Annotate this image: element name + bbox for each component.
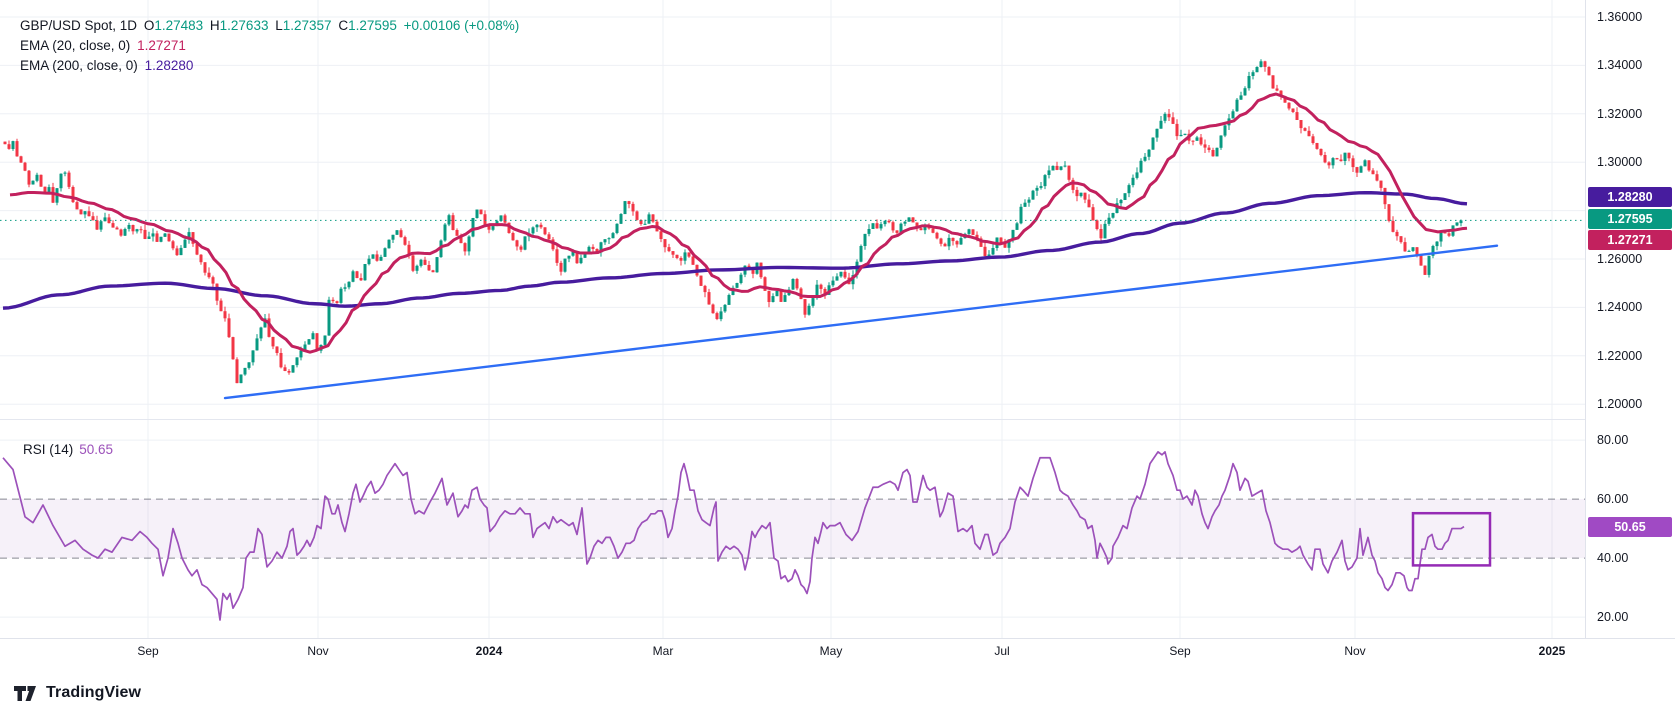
ema200-legend-row[interactable]: EMA (200, close, 0) 1.28280: [20, 56, 522, 76]
price-badge: 1.27595: [1588, 209, 1672, 229]
rsi-axis-label: 80.00: [1597, 433, 1628, 447]
time-axis-label: 2024: [476, 644, 503, 658]
ema20-line[interactable]: [10, 94, 1467, 352]
time-axis-label: Sep: [137, 644, 158, 658]
legend: GBP/USD Spot, 1D O1.27483 H1.27633 L1.27…: [20, 16, 522, 76]
ohlc-high-letter: H: [210, 18, 220, 33]
ema20-label: EMA (20, close, 0): [20, 38, 130, 53]
ohlc-high-value: 1.27633: [220, 18, 269, 33]
rsi-pane-canvas[interactable]: [0, 420, 1585, 638]
rsi-axis-label: 20.00: [1597, 610, 1628, 624]
symbol-legend-row[interactable]: GBP/USD Spot, 1D O1.27483 H1.27633 L1.27…: [20, 16, 522, 36]
price-axis-label: 1.24000: [1597, 300, 1642, 314]
ohlc-close-letter: C: [338, 18, 348, 33]
time-axis-label: Nov: [1344, 644, 1365, 658]
rsi-axis-label: 40.00: [1597, 551, 1628, 565]
time-axis-label: Nov: [307, 644, 328, 658]
rsi-band: [0, 499, 1585, 558]
rsi-axis-label: 60.00: [1597, 492, 1628, 506]
ema200-label: EMA (200, close, 0): [20, 58, 138, 73]
ohlc-close-value: 1.27595: [348, 18, 397, 33]
ohlc-low-value: 1.27357: [283, 18, 332, 33]
price-axis-label: 1.22000: [1597, 349, 1642, 363]
ohlc-low-letter: L: [275, 18, 283, 33]
ema20-legend-row[interactable]: EMA (20, close, 0) 1.27271: [20, 36, 522, 56]
rsi-value-badge: 50.65: [1588, 517, 1672, 537]
ohlc-open-value: 1.27483: [154, 18, 203, 33]
price-axis-label: 1.32000: [1597, 107, 1642, 121]
price-axis[interactable]: 1.36000 1.34000 1.32000 1.30000 1.26000 1.240…: [1585, 0, 1675, 638]
tradingview-chart-window: GBP/USD Spot, 1D O1.27483 H1.27633 L1.27…: [0, 0, 1675, 718]
time-axis-label: May: [820, 644, 843, 658]
price-axis-label: 1.34000: [1597, 58, 1642, 72]
ohlc-open-letter: O: [144, 18, 155, 33]
symbol-title: GBP/USD Spot, 1D: [20, 18, 137, 33]
time-axis-label: 2025: [1539, 644, 1566, 658]
ema200-value: 1.28280: [145, 58, 194, 73]
brand-name: TradingView: [46, 684, 141, 702]
pane-separator[interactable]: [0, 419, 1585, 420]
candlestick-series[interactable]: [4, 59, 1463, 383]
price-axis-label: 1.36000: [1597, 10, 1642, 24]
ema20-value: 1.27271: [137, 38, 186, 53]
price-badge: 1.27271: [1588, 230, 1672, 250]
rsi-legend-row[interactable]: RSI (14) 50.65: [23, 442, 113, 457]
rsi-value: 50.65: [79, 442, 113, 457]
time-axis-label: Jul: [994, 644, 1009, 658]
price-axis-label: 1.26000: [1597, 252, 1642, 266]
time-axis[interactable]: Sep Nov 2024 Mar May Jul Sep Nov 2025: [0, 638, 1675, 665]
price-axis-label: 1.20000: [1597, 397, 1642, 411]
rsi-label: RSI (14): [23, 442, 73, 457]
time-axis-label: Mar: [653, 644, 674, 658]
price-badge: 1.28280: [1588, 187, 1672, 207]
change-value: +0.00106 (+0.08%): [404, 18, 520, 33]
tradingview-logo-icon: [14, 685, 37, 702]
price-axis-label: 1.30000: [1597, 155, 1642, 169]
time-axis-label: Sep: [1169, 644, 1190, 658]
tradingview-attribution[interactable]: TradingView: [14, 684, 141, 702]
